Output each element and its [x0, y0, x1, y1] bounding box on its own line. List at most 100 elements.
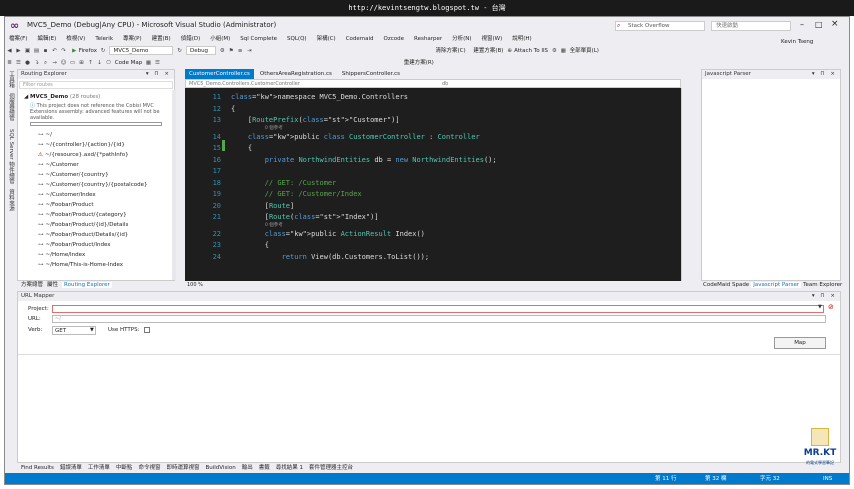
back-icon[interactable]: ◀	[5, 45, 14, 58]
attach-icon[interactable]: ⊕	[505, 45, 514, 58]
menu-item-analyze[interactable]: 分析(N)	[452, 36, 471, 42]
bottom-tab[interactable]: 書籤	[259, 465, 270, 471]
bottom-tab[interactable]: 中斷點	[116, 465, 133, 471]
build-solution-button[interactable]: 建置方案(B)	[473, 48, 503, 54]
bottom-tab[interactable]: 錯誤清單	[60, 465, 82, 471]
stack-overflow-search-input[interactable]: Stack Overflow	[615, 21, 705, 31]
route-item[interactable]: ⊶ ~/Foobar/Product/{category}	[38, 212, 127, 218]
menu-item-debug[interactable]: 偵錯(D)	[181, 36, 201, 42]
comment-icon[interactable]: ≡	[236, 45, 245, 58]
close-icon[interactable]: ×	[831, 19, 839, 29]
type-dropdown[interactable]: MVC5_Demo.Controllers.CustomerController	[189, 80, 300, 88]
bottom-tab[interactable]: 尋找結果 1	[276, 465, 303, 471]
route-item[interactable]: ⊶ ~/{controller}/{action}/{id}	[38, 142, 125, 148]
refresh-icon-2[interactable]: ↻	[175, 45, 184, 58]
toolbox-tab[interactable]: 工具箱	[7, 71, 15, 88]
route-item[interactable]: ⊶ ~/Foobar/Product	[38, 202, 94, 208]
menu-item-help[interactable]: 說明(H)	[512, 36, 531, 42]
team-icon[interactable]: ☺	[59, 58, 68, 69]
dropdown-arrow-icon[interactable]: ▼	[90, 327, 94, 333]
route-item[interactable]: ⊶ ~/Foobar/Product/{id}/Details	[38, 222, 128, 228]
tree-scrollbar[interactable]	[172, 90, 176, 280]
route-item[interactable]: ⊶ ~/Customer/Index	[38, 192, 96, 198]
route-item[interactable]: ⊶ ~/Customer/{country}/{postalcode}	[38, 182, 147, 188]
browser-select[interactable]: Firefox	[79, 48, 97, 54]
use-https-checkbox[interactable]	[144, 327, 150, 333]
clean-solution-button[interactable]: 清除方案(C)	[435, 48, 465, 54]
new-project-icon[interactable]: ▣	[23, 45, 32, 58]
menu-item-codemaid[interactable]: Codemaid	[346, 36, 374, 42]
arrow-down-icon[interactable]: ↓	[95, 58, 104, 69]
outline-icon[interactable]: ☰	[14, 58, 23, 69]
refresh-icon[interactable]: ↻	[99, 45, 108, 58]
find-icon[interactable]: ⌕	[41, 58, 50, 69]
tab-customer-controller[interactable]: CustomerController.cs	[185, 69, 254, 79]
window-icon[interactable]: ▭	[68, 58, 77, 69]
split-icon[interactable]: ⊞	[77, 58, 86, 69]
menu-item-ozcode[interactable]: Ozcode	[384, 36, 404, 42]
route-item[interactable]: ⊶ ~/Foobar/Product/Index	[38, 242, 111, 248]
code-map-icon[interactable]: ⎔	[104, 58, 113, 69]
play-icon[interactable]: ▶	[70, 45, 79, 58]
route-item[interactable]: ⊶ ~/Foobar/Product/Details/{id}	[38, 232, 128, 238]
filter-routes-input[interactable]: Filter routes	[19, 81, 173, 89]
menu-item-view[interactable]: 檢視(V)	[66, 36, 85, 42]
forward-icon[interactable]: ▶	[14, 45, 23, 58]
undo-icon[interactable]: ↶	[50, 45, 59, 58]
project-select[interactable]	[52, 305, 824, 313]
menu-item-architecture[interactable]: 架構(C)	[317, 36, 336, 42]
tab-codemaid-spade[interactable]: CodeMaid Spade	[703, 282, 749, 288]
panel-controls-icon[interactable]: ▾ ⊓ ×	[146, 70, 171, 79]
project-combo[interactable]: MVC5_Demo	[109, 46, 174, 55]
config-combo[interactable]: Debug	[185, 46, 216, 55]
bookmark-icon[interactable]: ⚑	[227, 45, 236, 58]
maximize-icon[interactable]: □	[815, 20, 823, 29]
member-dropdown[interactable]: db	[442, 80, 448, 88]
redo-icon[interactable]: ↷	[59, 45, 68, 58]
menu-item-resharper[interactable]: Resharper	[414, 36, 442, 42]
solution-pages-button[interactable]: 全部單頁(L)	[570, 48, 599, 54]
route-item[interactable]: ⊶ ~/Home/This-is-Home-Index	[38, 262, 123, 268]
menu-item-build[interactable]: 建置(B)	[152, 36, 171, 42]
bottom-tab[interactable]: BuildVision	[205, 465, 235, 471]
route-item[interactable]: ⊶ ~/Customer/{country}	[38, 172, 109, 178]
tab-solution-explorer[interactable]: 方案總管	[21, 282, 43, 288]
codelens-references[interactable]: 0 個參考	[265, 222, 283, 228]
server-explorer-tab[interactable]: 伺服器總管	[7, 93, 15, 121]
data-sources-tab[interactable]: 資料來源	[7, 189, 15, 211]
rebuild-solution-button[interactable]: 重建方案(R)	[404, 60, 434, 66]
save-icon[interactable]: ▪	[41, 45, 50, 58]
panel-controls-icon[interactable]: ▾ ⊓ ×	[812, 70, 837, 79]
bottom-tab[interactable]: 套件管理器主控台	[309, 465, 353, 471]
warning-scrollbar[interactable]	[30, 122, 162, 126]
bottom-tab[interactable]: 輸出	[242, 465, 253, 471]
codelens-references[interactable]: 0 個參考	[265, 125, 283, 131]
menu-item-sql-complete[interactable]: Sql Complete	[240, 36, 277, 42]
indent-icon[interactable]: ⇥	[245, 45, 254, 58]
layout-icon[interactable]: ▦	[559, 45, 568, 58]
align-icon[interactable]: ≣	[5, 58, 14, 69]
zoom-level[interactable]: 100 %	[187, 282, 203, 288]
project-root-node[interactable]: ◢ MVC5_Demo (28 routes)	[24, 94, 100, 100]
route-item[interactable]: ⚠ ~/{resource}.axd/{*pathInfo}	[38, 152, 129, 158]
attach-to-iis-button[interactable]: Attach To IIS	[514, 48, 548, 54]
editor-scrollbar[interactable]	[681, 88, 695, 281]
arrow-up-icon[interactable]: ↑	[86, 58, 95, 69]
map-button[interactable]: Map	[774, 337, 826, 349]
tab-team-explorer[interactable]: Team Explorer	[803, 282, 842, 288]
url-input[interactable]: ~/	[52, 315, 826, 323]
arrow-icon[interactable]: →	[50, 58, 59, 69]
bottom-tab[interactable]: 命令視窗	[138, 465, 160, 471]
menu-item-team[interactable]: 小組(M)	[210, 36, 230, 42]
menu-item-project[interactable]: 專案(P)	[123, 36, 142, 42]
sql-object-explorer-tab[interactable]: SQL Server 物件總管	[7, 129, 15, 183]
code-map-button[interactable]: Code Map	[115, 60, 142, 66]
menu-item-window[interactable]: 視窗(W)	[482, 36, 503, 42]
step-icon[interactable]: ↴	[32, 58, 41, 69]
bottom-tab[interactable]: Find Results	[21, 465, 54, 471]
list-icon[interactable]: ☰	[153, 58, 162, 69]
menu-item-file[interactable]: 檔案(F)	[9, 36, 27, 42]
tab-properties[interactable]: 屬性	[47, 282, 58, 288]
panel-controls-icon[interactable]: ▾ ⊓ ×	[812, 292, 837, 301]
route-item[interactable]: ⊶ ~/Customer	[38, 162, 79, 168]
